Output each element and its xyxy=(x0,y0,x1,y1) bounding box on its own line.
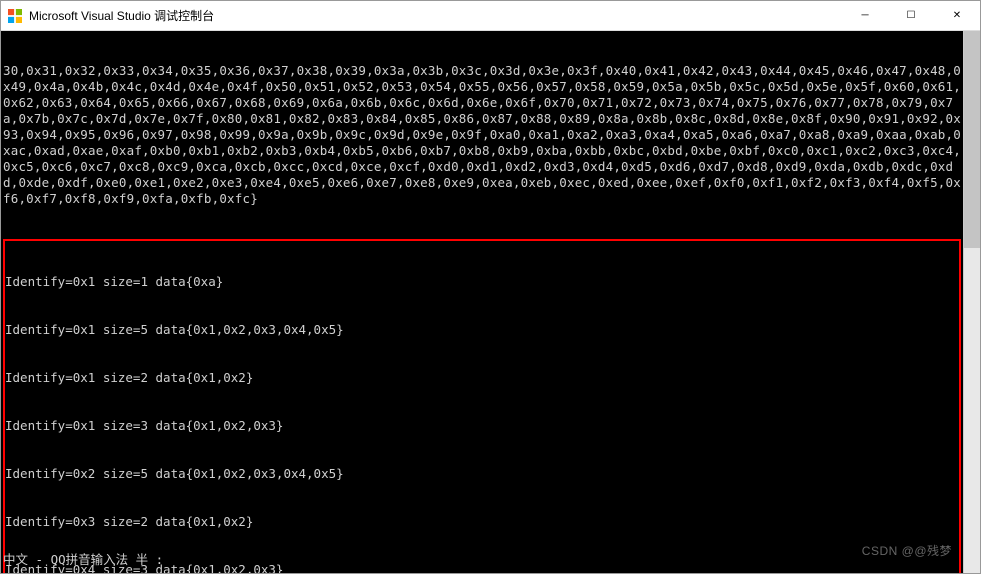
output-line: Identify=0x1 size=5 data{0x1,0x2,0x3,0x4… xyxy=(5,322,959,338)
app-icon xyxy=(7,8,23,24)
console-content: 30,0x31,0x32,0x33,0x34,0x35,0x36,0x37,0x… xyxy=(1,31,963,573)
watermark-text: CSDN @@残梦 xyxy=(862,543,952,559)
output-line: Identify=0x1 size=3 data{0x1,0x2,0x3} xyxy=(5,418,959,434)
scrollbar-thumb[interactable] xyxy=(964,31,980,248)
ime-status: 中文 - QQ拼音输入法 半 : xyxy=(3,552,163,568)
hex-dump-block: 30,0x31,0x32,0x33,0x34,0x35,0x36,0x37,0x… xyxy=(3,63,961,207)
output-line: Identify=0x3 size=2 data{0x1,0x2} xyxy=(5,514,959,530)
output-line: Identify=0x1 size=2 data{0x1,0x2} xyxy=(5,370,959,386)
vertical-scrollbar[interactable] xyxy=(963,31,980,573)
titlebar[interactable]: Microsoft Visual Studio 调试控制台 ─ ☐ ✕ xyxy=(1,1,980,31)
window-controls: ─ ☐ ✕ xyxy=(842,1,980,30)
minimize-button[interactable]: ─ xyxy=(842,1,888,30)
output-line: Identify=0x1 size=1 data{0xa} xyxy=(5,274,959,290)
console-window: Microsoft Visual Studio 调试控制台 ─ ☐ ✕ 30,0… xyxy=(0,0,981,574)
maximize-button[interactable]: ☐ xyxy=(888,1,934,30)
window-title: Microsoft Visual Studio 调试控制台 xyxy=(29,7,842,24)
close-button[interactable]: ✕ xyxy=(934,1,980,30)
highlighted-output-frame: Identify=0x1 size=1 data{0xa} Identify=0… xyxy=(3,239,961,573)
console-area[interactable]: 30,0x31,0x32,0x33,0x34,0x35,0x36,0x37,0x… xyxy=(1,31,980,573)
output-line: Identify=0x2 size=5 data{0x1,0x2,0x3,0x4… xyxy=(5,466,959,482)
